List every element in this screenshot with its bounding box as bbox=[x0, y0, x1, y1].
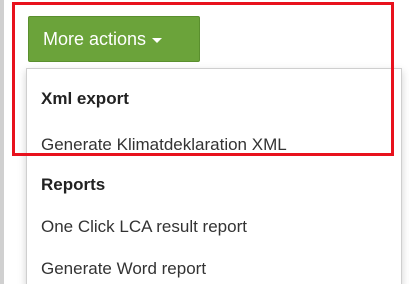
menu-item-generate-klimatdeklaration-xml[interactable]: Generate Klimatdeklaration XML bbox=[41, 135, 287, 155]
more-actions-button[interactable]: More actions bbox=[28, 16, 200, 62]
caret-down-icon bbox=[152, 37, 163, 43]
menu-header-reports: Reports bbox=[41, 175, 106, 194]
menu-header-xml-export: Xml export bbox=[41, 89, 129, 108]
page-edge bbox=[0, 0, 4, 284]
menu-item-one-click-lca-result-report[interactable]: One Click LCA result report bbox=[41, 217, 247, 237]
menu-item-generate-word-report[interactable]: Generate Word report bbox=[41, 259, 206, 279]
more-actions-label: More actions bbox=[43, 28, 147, 49]
actions-dropdown-menu: Xml export Generate Klimatdeklaration XM… bbox=[26, 68, 402, 284]
